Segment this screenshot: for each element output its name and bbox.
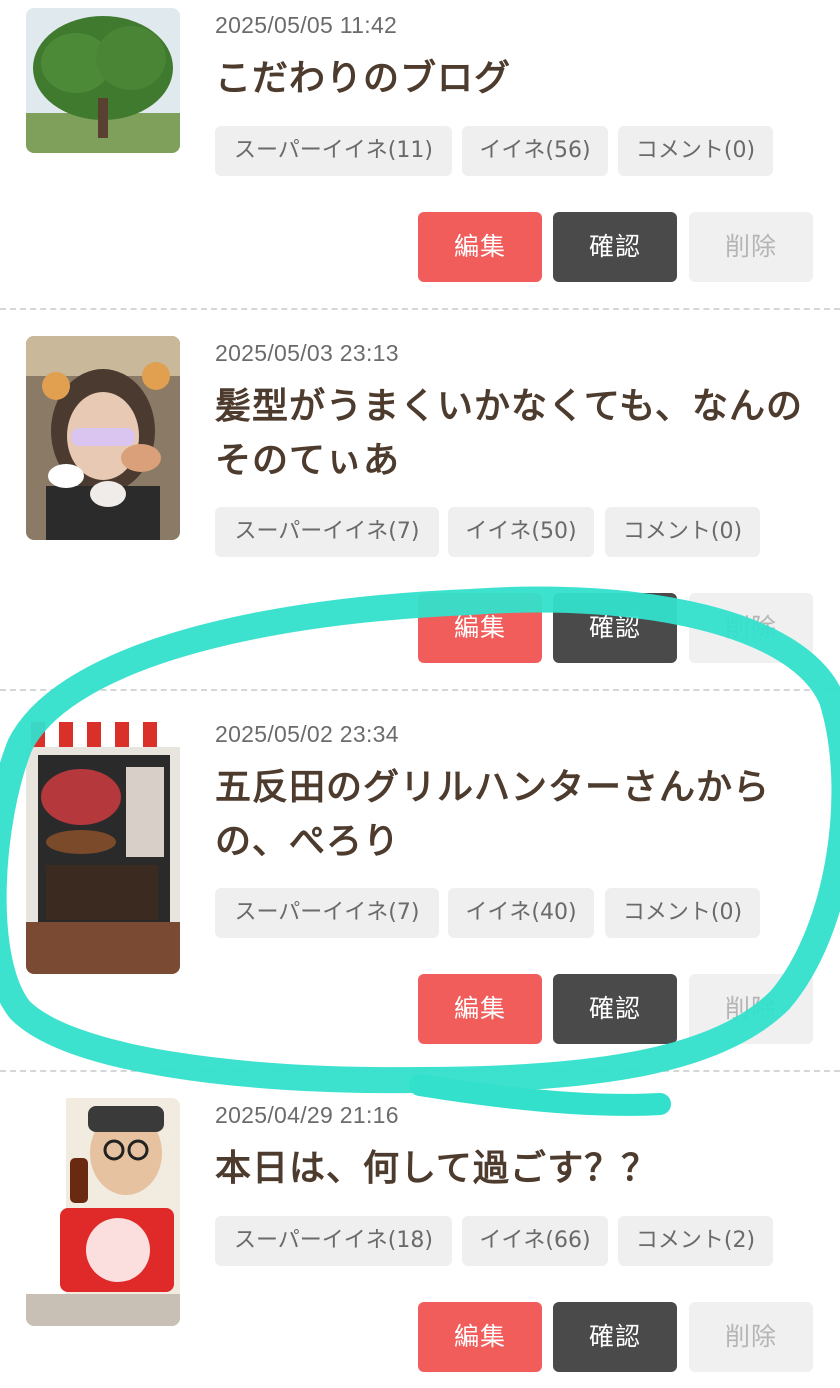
comment-count: コメント(0) bbox=[605, 888, 760, 938]
edit-button[interactable]: 編集 bbox=[418, 212, 542, 282]
divider bbox=[0, 308, 840, 310]
edit-button[interactable]: 編集 bbox=[418, 974, 542, 1044]
confirm-button[interactable]: 確認 bbox=[553, 974, 677, 1044]
post-date: 2025/05/03 23:13 bbox=[215, 340, 399, 366]
comment-count: コメント(0) bbox=[618, 126, 773, 176]
delete-button[interactable]: 削除 bbox=[689, 593, 813, 663]
divider bbox=[0, 1070, 840, 1072]
super-like-count: スーパーイイネ(7) bbox=[215, 507, 439, 557]
post-thumbnail[interactable] bbox=[26, 8, 180, 153]
post-thumbnail[interactable] bbox=[26, 717, 180, 974]
super-like-count: スーパーイイネ(11) bbox=[215, 126, 452, 176]
edit-button[interactable]: 編集 bbox=[418, 1302, 542, 1372]
post-title[interactable]: こだわりのブログ bbox=[215, 52, 815, 106]
like-count: イイネ(50) bbox=[448, 507, 594, 557]
post-thumbnail[interactable] bbox=[26, 1098, 180, 1326]
post-title[interactable]: 五反田のグリルハンターさんからの、ぺろり bbox=[215, 761, 815, 869]
like-count: イイネ(56) bbox=[462, 126, 608, 176]
confirm-button[interactable]: 確認 bbox=[553, 1302, 677, 1372]
confirm-button[interactable]: 確認 bbox=[553, 593, 677, 663]
post-title[interactable]: 本日は、何して過ごす？？ bbox=[215, 1142, 815, 1196]
post-thumbnail[interactable] bbox=[26, 336, 180, 540]
like-count: イイネ(66) bbox=[462, 1216, 608, 1266]
divider bbox=[0, 689, 840, 691]
delete-button[interactable]: 削除 bbox=[689, 1302, 813, 1372]
post-date: 2025/04/29 21:16 bbox=[215, 1102, 399, 1128]
comment-count: コメント(0) bbox=[605, 507, 760, 557]
comment-count: コメント(2) bbox=[618, 1216, 773, 1266]
delete-button[interactable]: 削除 bbox=[689, 974, 813, 1044]
post-date: 2025/05/05 11:42 bbox=[215, 12, 398, 38]
super-like-count: スーパーイイネ(18) bbox=[215, 1216, 452, 1266]
like-count: イイネ(40) bbox=[448, 888, 594, 938]
delete-button[interactable]: 削除 bbox=[689, 212, 813, 282]
super-like-count: スーパーイイネ(7) bbox=[215, 888, 439, 938]
post-date: 2025/05/02 23:34 bbox=[215, 721, 399, 747]
confirm-button[interactable]: 確認 bbox=[553, 212, 677, 282]
edit-button[interactable]: 編集 bbox=[418, 593, 542, 663]
post-title[interactable]: 髪型がうまくいかなくても、なんのそのてぃあ bbox=[215, 380, 815, 488]
